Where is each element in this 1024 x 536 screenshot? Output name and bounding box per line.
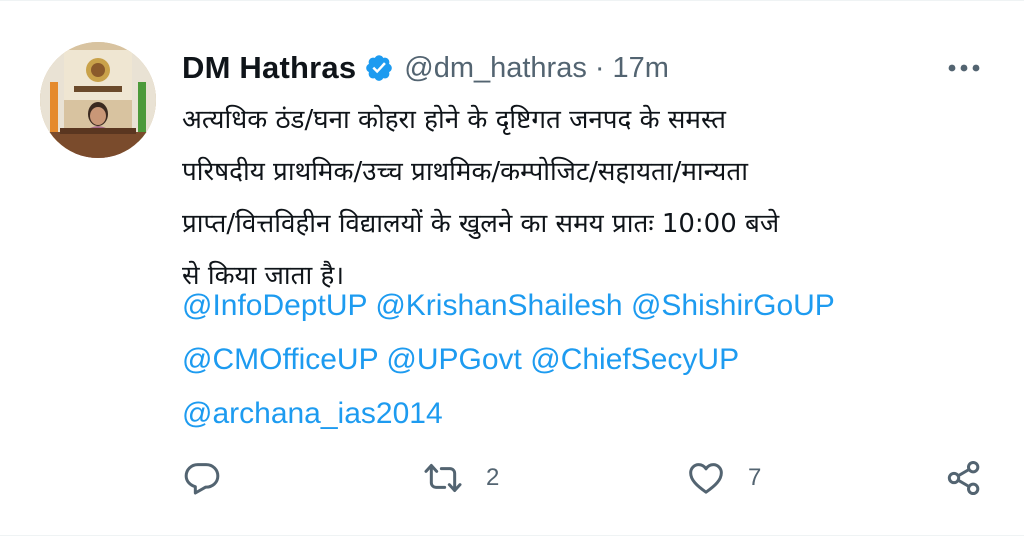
- mention-link[interactable]: @ChiefSecyUP: [530, 343, 739, 376]
- like-count: 7: [748, 464, 762, 491]
- tweet-text-line: अत्यधिक ठंड/घना कोहरा होने के दृष्टिगत ज…: [182, 105, 726, 135]
- like-button[interactable]: 7: [686, 452, 761, 504]
- tweet-actions: 2 7: [182, 452, 990, 504]
- tweet-text-line: प्राप्त/वित्तविहीन विद्यालयों के खुलने क…: [182, 209, 780, 239]
- mention-line: @InfoDeptUP @KrishanShailesh @ShishirGoU…: [182, 279, 982, 333]
- tweet-timestamp[interactable]: 17m: [613, 52, 669, 85]
- meta-separator: ·: [594, 51, 605, 84]
- mention-link[interactable]: @KrishanShailesh: [375, 289, 622, 322]
- mention-line: @CMOfficeUP @UPGovt @ChiefSecyUP: [182, 333, 982, 387]
- reply-icon: [184, 463, 220, 495]
- avatar[interactable]: [40, 42, 156, 158]
- tweet-card[interactable]: DM Hathras @dm_hathras · 17m अत्यधिक ठंड…: [0, 0, 1024, 536]
- mention-link[interactable]: @CMOfficeUP: [182, 343, 378, 376]
- share-icon: [947, 461, 980, 495]
- tweet-text: अत्यधिक ठंड/घना कोहरा होने के दृष्टिगत ज…: [182, 94, 982, 302]
- mention-line: @archana_ias2014: [182, 387, 982, 441]
- tweet-text-line: परिषदीय प्राथमिक/उच्च प्राथमिक/कम्पोजिट/…: [182, 157, 748, 187]
- mention-link[interactable]: @InfoDeptUP: [182, 289, 367, 322]
- more-options-icon: [948, 64, 980, 72]
- author-handle[interactable]: @dm_hathras: [404, 52, 587, 85]
- share-button[interactable]: [944, 452, 984, 504]
- more-options-button[interactable]: [938, 54, 990, 82]
- like-icon: [689, 463, 723, 494]
- mention-link[interactable]: @UPGovt: [386, 343, 521, 376]
- retweet-count: 2: [486, 464, 500, 491]
- retweet-icon: [424, 464, 462, 492]
- mention-link[interactable]: @ShishirGoUP: [631, 289, 835, 322]
- retweet-button[interactable]: 2: [422, 452, 499, 504]
- verified-badge-icon: [364, 53, 394, 83]
- mention-link[interactable]: @archana_ias2014: [182, 397, 443, 430]
- tweet-header: DM Hathras @dm_hathras · 17m: [182, 46, 669, 90]
- author-display-name[interactable]: DM Hathras: [182, 50, 356, 86]
- tweet-mentions: @InfoDeptUP @KrishanShailesh @ShishirGoU…: [182, 279, 982, 441]
- official-avatar-icon: [40, 42, 156, 158]
- reply-button[interactable]: [182, 452, 222, 504]
